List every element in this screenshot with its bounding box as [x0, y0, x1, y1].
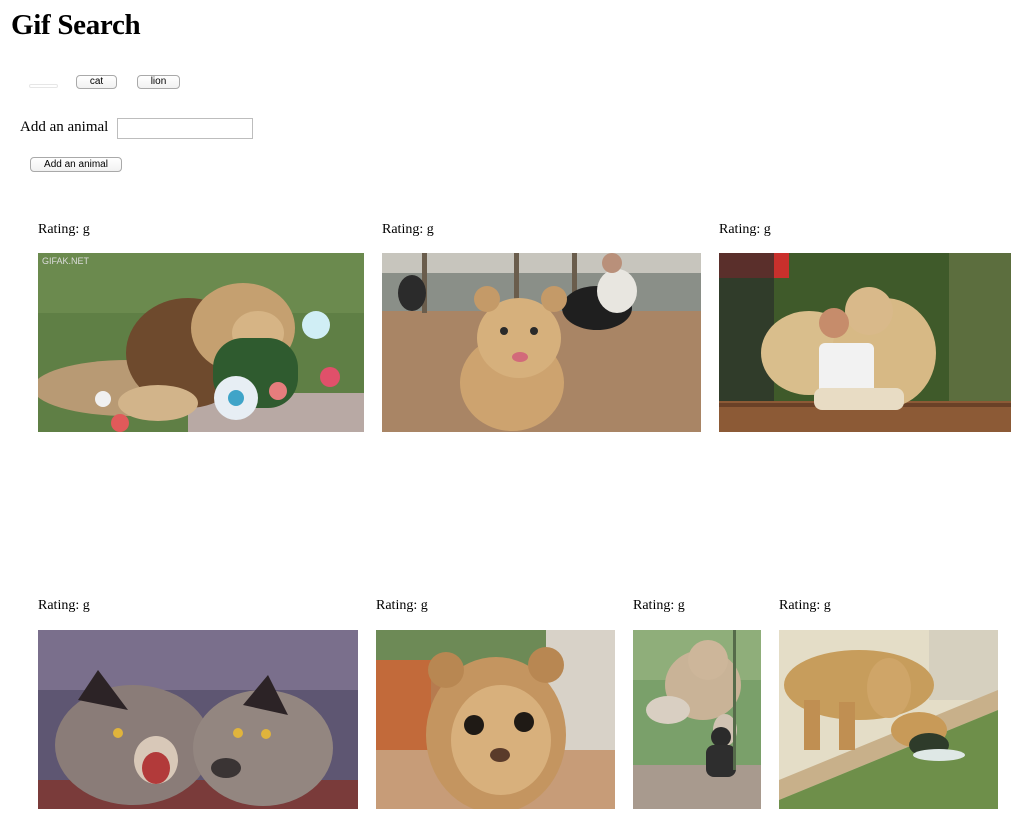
gif-image-lioness-and-child[interactable]: [633, 630, 761, 809]
gif-rating: Rating: g: [38, 222, 90, 237]
gif-rating: Rating: g: [779, 598, 831, 613]
gif-rating: Rating: g: [382, 222, 434, 237]
animal-button-lion[interactable]: lion: [137, 75, 180, 89]
add-animal-label: Add an animal: [20, 119, 109, 135]
animal-button-cat[interactable]: cat: [76, 75, 117, 89]
gif-watermark: GIFAK.NET: [42, 256, 90, 266]
gif-image-cartoon-hyenas[interactable]: [38, 630, 358, 809]
gif-rating: Rating: g: [38, 598, 90, 613]
gif-image-lion-cub-running[interactable]: [382, 253, 701, 432]
gif-image-lion-cub-closeup[interactable]: [376, 630, 615, 809]
gif-rating: Rating: g: [719, 222, 771, 237]
gif-image-man-with-lions[interactable]: [719, 253, 1011, 432]
add-animal-input[interactable]: [117, 118, 253, 139]
animal-button-empty[interactable]: [29, 84, 58, 88]
page-title: Gif Search: [11, 9, 141, 41]
gif-image-lion-flowers[interactable]: GIFAK.NET: [38, 253, 364, 432]
gif-rating: Rating: g: [376, 598, 428, 613]
gif-image-lioness-at-water[interactable]: [779, 630, 998, 809]
gif-rating: Rating: g: [633, 598, 685, 613]
add-animal-button[interactable]: Add an animal: [30, 157, 122, 172]
